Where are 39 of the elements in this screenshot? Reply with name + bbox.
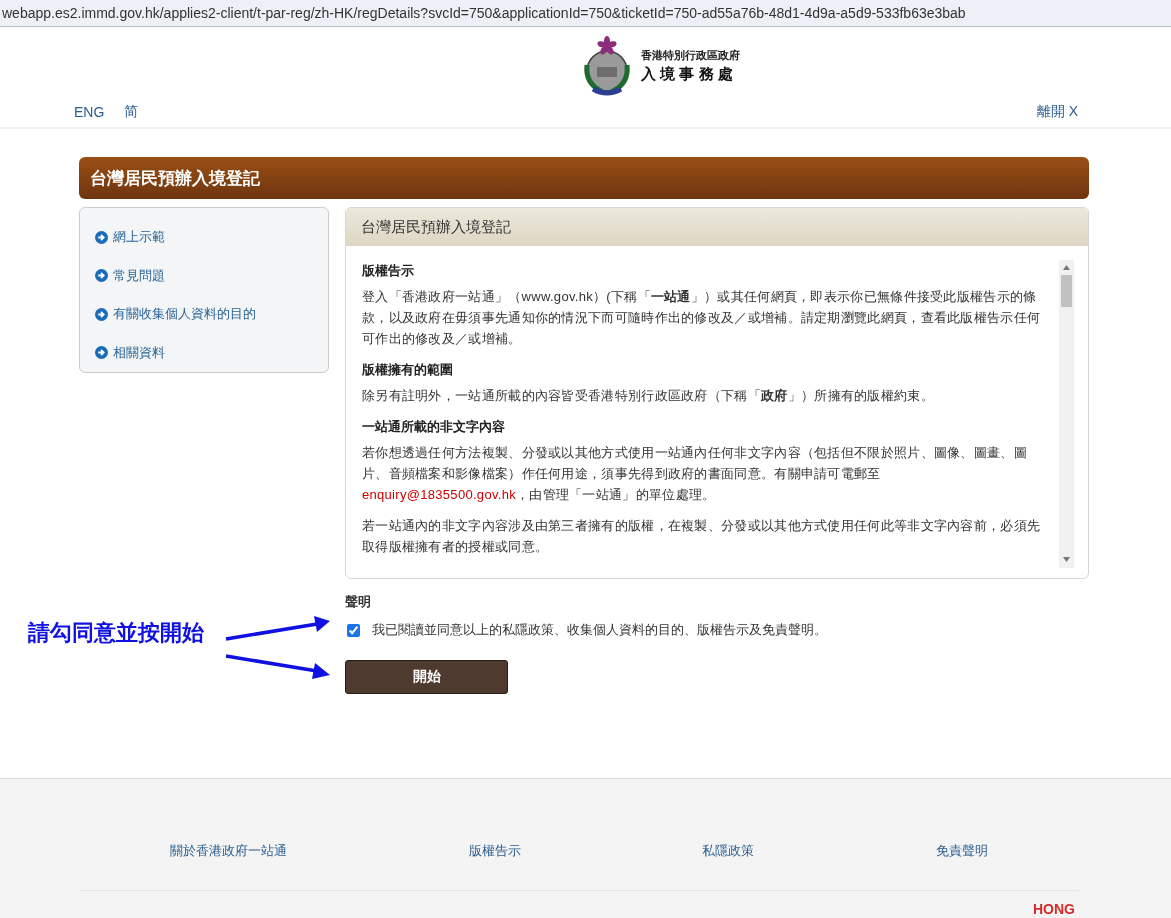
department-name: 入 境 事 務 處 [641,65,734,84]
exit-link[interactable]: 離開 X [1036,103,1078,121]
paragraph: 登入「香港政府一站通」（www.gov.hk）(下稱「一站通」）或其任何網頁，即表示你已無條件接受此版權告示的條款，以及政府在毋須事先通知你的情況下而可隨時作出的修改及／或增補。請定期瀏覽此網頁，查看此版權告示任何可作出的修改及／或增補。 [362,288,1042,348]
checkbox-label: 我已閱讀並同意以上的私隱政策、收集個人資料的目的、版權告示及免責聲明。 [372,621,827,639]
address-bar[interactable]: webapp.es2.immd.gov.hk/applies2-client/t-par-reg/zh-HK/regDetails?svcId=750&applicationId=750&ticketId=750-ad55a76b-48d1-4d9a-a5d9-533fb63e3bab [0,0,1171,27]
sidebar-link[interactable]: 常見問題 [95,256,165,295]
scrollbar[interactable] [1059,260,1074,568]
paragraph: 除另有註明外，一站通所載的內容皆受香港特別行政區政府（下稱「政府」）所擁有的版權約束。 [362,387,935,405]
scrollbar-thumb[interactable] [1061,275,1072,307]
emblem-drawing [581,35,633,97]
sidebar-link[interactable]: 網上示範 [95,218,165,257]
footer-link[interactable]: 免責聲明 [936,842,989,860]
sidebar-link[interactable]: 有關收集個人資料的目的 [95,295,256,334]
language-link[interactable]: 简 [124,103,139,121]
start-button[interactable]: 開始 [345,660,508,694]
footer-link[interactable]: 版權告示 [468,842,521,860]
footer-link[interactable]: 關於香港政府一站通 [169,842,287,860]
brand-text: HONG [1033,901,1075,917]
arrow-circle-icon [95,230,108,244]
page-title-bar: 台灣居民預辦入境登記 [79,157,1089,199]
arrow-circle-icon [95,346,108,360]
agree-checkbox[interactable] [347,623,360,637]
arrow-circle-icon [95,269,108,283]
language-link[interactable]: ENG [74,104,105,120]
panel-title: 台灣居民預辦入境登記 [346,208,1088,246]
email-link[interactable]: enquiry@1835500.gov.hk [362,487,516,502]
section-heading: 版權告示 [362,262,415,280]
footer-link[interactable]: 私隱政策 [702,842,755,860]
declaration-title: 聲明 [345,593,372,611]
section-heading: 一站通所載的非文字內容 [362,418,506,436]
scroll-up-icon [1063,265,1070,270]
sidebar-link[interactable]: 相關資料 [95,333,165,372]
section-heading: 版權擁有的範圍 [362,361,454,379]
paragraph: 若你想透過任何方法複製、分發或以其他方式使用一站通內任何非文字內容（包括但不限於照片、圖像、圖畫、圖片、音頻檔案和影像檔案）作任何用途，須事先得到政府的書面同意。有關申請可電郵至 enquiry@1835500.gov.hk，由管理「一站通」的單位處理。 [362,444,1028,504]
paragraph: 若一站通內的非文字內容涉及由第三者擁有的版權，在複製、分發或以其他方式使用任何此等非文字內容前，必須先取得版權擁有者的授權或同意。 [362,517,1042,556]
scroll-down-icon [1063,557,1070,562]
annotation-text: 請勾同意並按開始 [28,619,204,647]
org-name: 香港特別行政區政府 [641,48,740,63]
arrow-circle-icon [95,307,108,321]
